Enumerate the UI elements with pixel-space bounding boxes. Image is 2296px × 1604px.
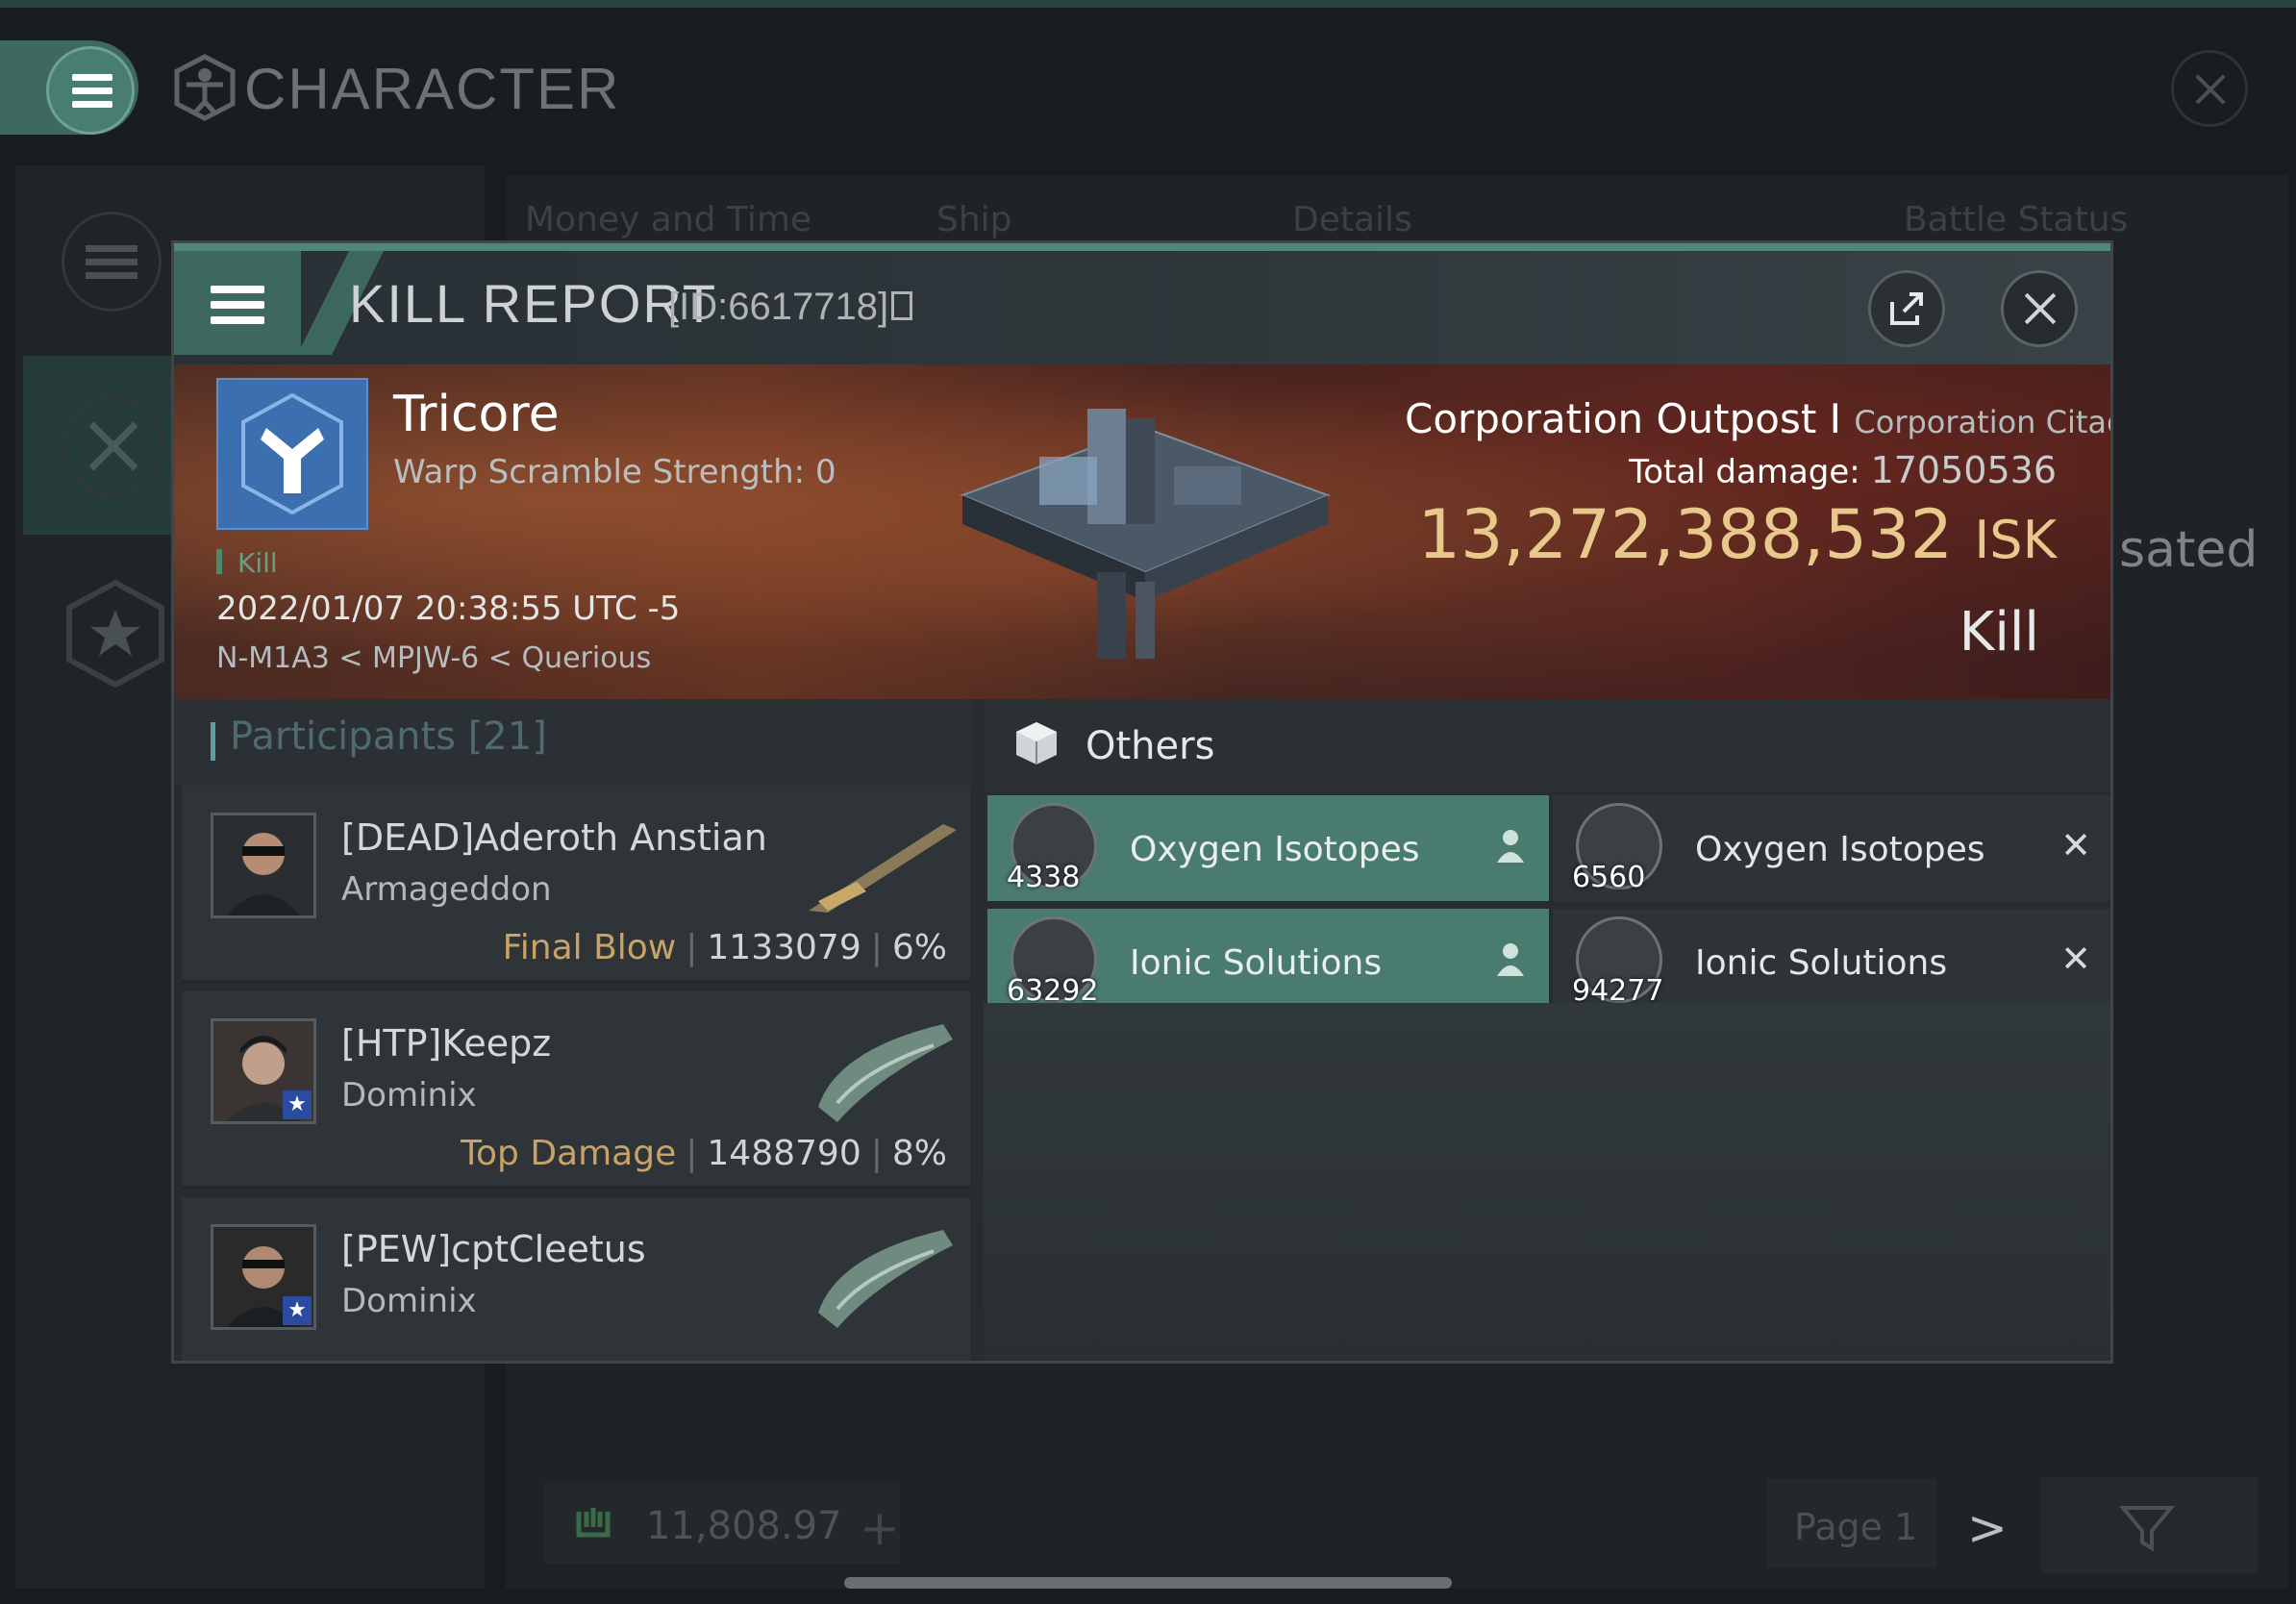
tab-details[interactable]: Details xyxy=(1292,200,1412,239)
participants-count: [21] xyxy=(467,714,547,759)
ship-image xyxy=(809,824,957,913)
kill-tag-bar xyxy=(216,549,222,574)
partial-status-text: sated xyxy=(2119,521,2259,579)
item-name: Ionic Solutions xyxy=(1695,943,1948,983)
isk-value-line: 13,272,388,532 ISK xyxy=(1405,495,2057,574)
participants-accent-bar xyxy=(211,722,215,761)
list-icon[interactable] xyxy=(62,212,162,312)
participant-card[interactable]: [DEAD]Aderoth Anstian Armageddon Final B… xyxy=(182,786,970,984)
kill-location[interactable]: N-M1A3 < MPJW-6 < Querious xyxy=(216,641,651,675)
tab-battle-status[interactable]: Battle Status xyxy=(1904,200,2128,239)
avatar: ★ xyxy=(211,1224,316,1330)
structure-name: Corporation Outpost I xyxy=(1405,395,1842,442)
box-icon xyxy=(1016,722,1057,764)
warp-scramble-strength: Warp Scramble Strength: 0 xyxy=(393,453,836,491)
participant-stats: Top Damage | 1488790 | 8% xyxy=(461,1134,947,1173)
participant-card[interactable]: ★ [HTP]Keepz Dominix Top Damage | 1488790 |… xyxy=(182,991,970,1190)
item-name: Ionic Solutions xyxy=(1130,943,1383,983)
plus-icon[interactable]: + xyxy=(860,1500,900,1556)
others-empty-area xyxy=(984,1003,2110,1361)
participant-ship: Armageddon xyxy=(341,870,552,909)
x-icon: ✕ xyxy=(2060,938,2091,980)
page-label: Page 1 xyxy=(1794,1506,1918,1548)
crossed-swords-icon[interactable] xyxy=(63,396,163,496)
participant-name: [DEAD]Aderoth Anstian xyxy=(341,816,767,859)
modal-title: KILL REPORT xyxy=(349,273,718,334)
participant-name: [HTP]Keepz xyxy=(341,1022,552,1065)
tab-ship[interactable]: Ship xyxy=(936,200,1012,239)
total-damage-label: Total damage: xyxy=(1629,453,1860,491)
page-title: CHARACTER xyxy=(244,57,621,121)
list-item[interactable]: 63292 Ionic Solutions xyxy=(987,909,1549,1015)
participant-name: [PEW]cptCleetus xyxy=(341,1228,646,1270)
chevron-right-icon[interactable]: > xyxy=(1967,1500,2008,1556)
isk-unit: ISK xyxy=(1974,510,2057,570)
item-quantity: 4338 xyxy=(1007,861,1081,894)
total-damage-value: 17050536 xyxy=(1870,449,2057,491)
star-icon[interactable] xyxy=(60,577,171,689)
item-quantity: 6560 xyxy=(1572,861,1646,894)
person-icon xyxy=(1497,830,1524,863)
modal-menu-button[interactable] xyxy=(174,251,301,355)
x-icon: ✕ xyxy=(2060,824,2091,866)
structure-image xyxy=(960,409,1331,659)
person-icon xyxy=(1497,943,1524,976)
ship-image xyxy=(818,1230,953,1328)
modal-accent-line xyxy=(174,243,2110,251)
wallet-icon xyxy=(571,1502,615,1546)
avatar xyxy=(211,813,316,918)
structure-name-line: Corporation Outpost I Corporation Citade… xyxy=(1405,395,2110,442)
kill-result: Kill xyxy=(1959,601,2039,664)
victim-corp-name: Tricore xyxy=(393,386,560,443)
participant-damage: 1488790 xyxy=(707,1134,861,1173)
report-id: [ID:6617718] xyxy=(668,286,889,328)
participant-card[interactable]: ★ [PEW]cptCleetus Dominix xyxy=(182,1197,970,1361)
others-title: Others xyxy=(1086,724,1215,768)
export-button[interactable] xyxy=(1868,270,1945,347)
corp-logo xyxy=(216,378,368,530)
close-icon[interactable] xyxy=(2001,270,2078,347)
star-icon: ★ xyxy=(283,1296,312,1325)
ship-image xyxy=(818,1024,953,1122)
kill-tag: Kill xyxy=(237,547,278,579)
structure-type: Corporation Citadel xyxy=(1854,404,2110,440)
top-accent-line xyxy=(0,0,2296,8)
scrollbar[interactable] xyxy=(844,1577,1452,1589)
participant-ship: Dominix xyxy=(341,1076,477,1115)
participant-percent: 6% xyxy=(891,928,947,967)
export-icon xyxy=(1890,292,1923,325)
participants-title: Participants [21] xyxy=(230,714,547,759)
participants-label: Participants xyxy=(230,714,456,759)
participant-ship: Dominix xyxy=(341,1282,477,1320)
participant-tag: Top Damage xyxy=(461,1134,677,1173)
kill-date: 2022/01/07 20:38:55 UTC -5 xyxy=(216,589,681,628)
main-menu-button[interactable] xyxy=(46,46,135,135)
star-icon: ★ xyxy=(283,1090,312,1119)
participant-tag: Final Blow xyxy=(502,928,677,967)
avatar: ★ xyxy=(211,1018,316,1124)
copy-icon[interactable] xyxy=(891,291,912,320)
list-item[interactable]: 4338 Oxygen Isotopes xyxy=(987,795,1549,901)
tab-money-and-time[interactable]: Money and Time xyxy=(525,200,811,239)
participant-damage: 1133079 xyxy=(707,928,861,967)
character-icon xyxy=(174,54,236,121)
wallet-amount: 11,808.97 xyxy=(646,1504,842,1548)
close-icon[interactable] xyxy=(2171,50,2248,127)
item-name: Oxygen Isotopes xyxy=(1695,830,1985,869)
participant-percent: 8% xyxy=(891,1134,947,1173)
kill-report-modal: KILL REPORT [ID:6617718] Tricore Warp Sc… xyxy=(171,240,2113,1364)
filter-icon xyxy=(2118,1506,2176,1552)
list-item[interactable]: 94277 Ionic Solutions ✕ xyxy=(1553,909,2110,1015)
filter-button[interactable] xyxy=(2040,1477,2258,1573)
list-item[interactable]: 6560 Oxygen Isotopes ✕ xyxy=(1553,795,2110,901)
isk-value: 13,272,388,532 xyxy=(1417,495,1954,574)
participant-stats: Final Blow | 1133079 | 6% xyxy=(502,928,947,967)
total-damage-line: Total damage: 17050536 xyxy=(1405,449,2057,491)
item-name: Oxygen Isotopes xyxy=(1130,830,1420,869)
